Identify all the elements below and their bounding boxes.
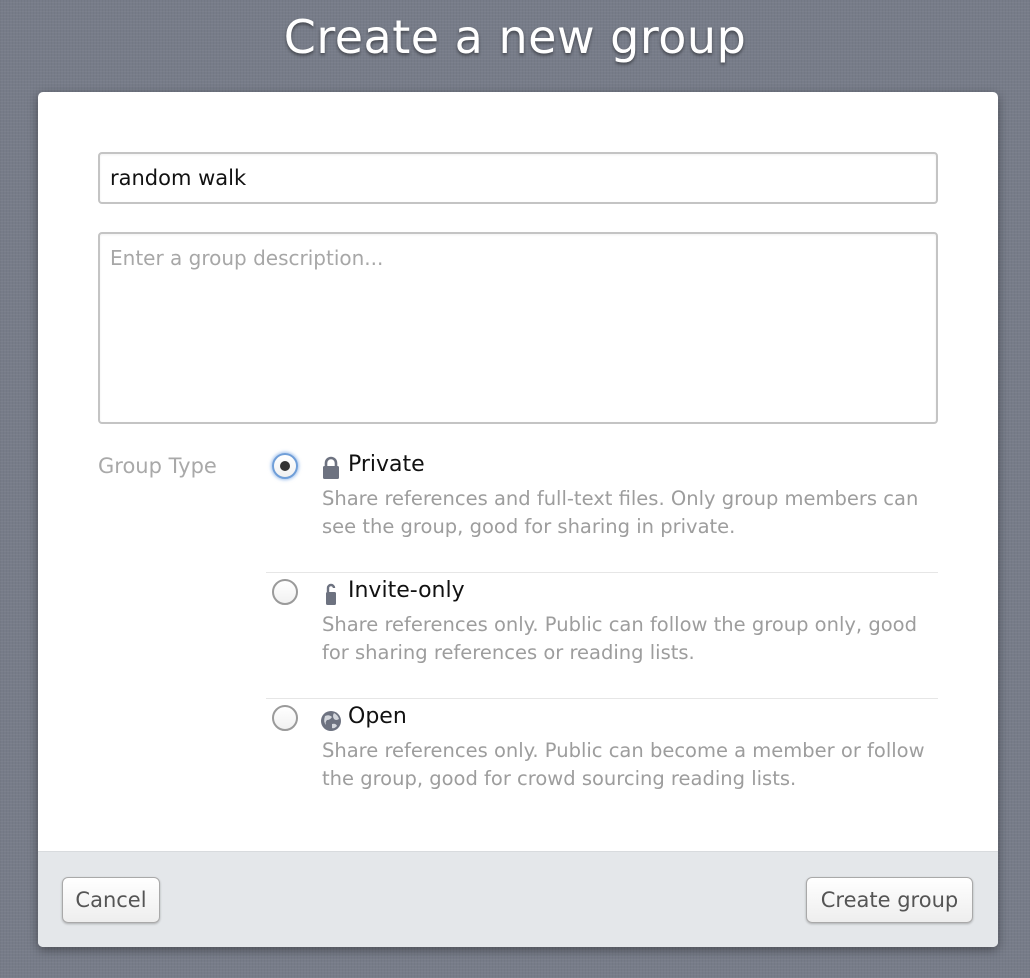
- option-description-private: Share references and full-text files. On…: [322, 487, 919, 538]
- globe-icon: [321, 711, 341, 731]
- create-group-dialog: Group Type Private Share references and …: [38, 92, 998, 947]
- option-description-open: Share references only. Public can become…: [322, 739, 925, 790]
- cancel-button[interactable]: Cancel: [62, 877, 160, 923]
- group-description-textarea[interactable]: [98, 232, 938, 424]
- group-type-option-open[interactable]: Open Share references only. Public can b…: [266, 699, 938, 825]
- radio-invite-only[interactable]: [272, 579, 298, 605]
- dialog-footer: Cancel Create group: [38, 851, 998, 947]
- half-lock-icon: [326, 583, 336, 605]
- radio-private[interactable]: [272, 453, 298, 479]
- group-name-input[interactable]: [98, 152, 938, 204]
- page-title: Create a new group: [283, 10, 747, 64]
- group-type-option-invite-only[interactable]: Invite-only Share references only. Publi…: [266, 573, 938, 699]
- option-label-invite-only: Invite-only: [348, 578, 465, 603]
- option-label-private: Private: [348, 452, 425, 477]
- group-type-options: Private Share references and full-text f…: [266, 447, 938, 825]
- group-type-label: Group Type: [98, 454, 217, 478]
- option-label-open: Open: [348, 704, 407, 729]
- option-description-invite-only: Share references only. Public can follow…: [322, 613, 917, 664]
- radio-selected-dot: [280, 461, 290, 471]
- lock-icon: [323, 456, 339, 479]
- group-type-option-private[interactable]: Private Share references and full-text f…: [266, 447, 938, 573]
- radio-open[interactable]: [272, 705, 298, 731]
- create-group-button[interactable]: Create group: [806, 877, 973, 923]
